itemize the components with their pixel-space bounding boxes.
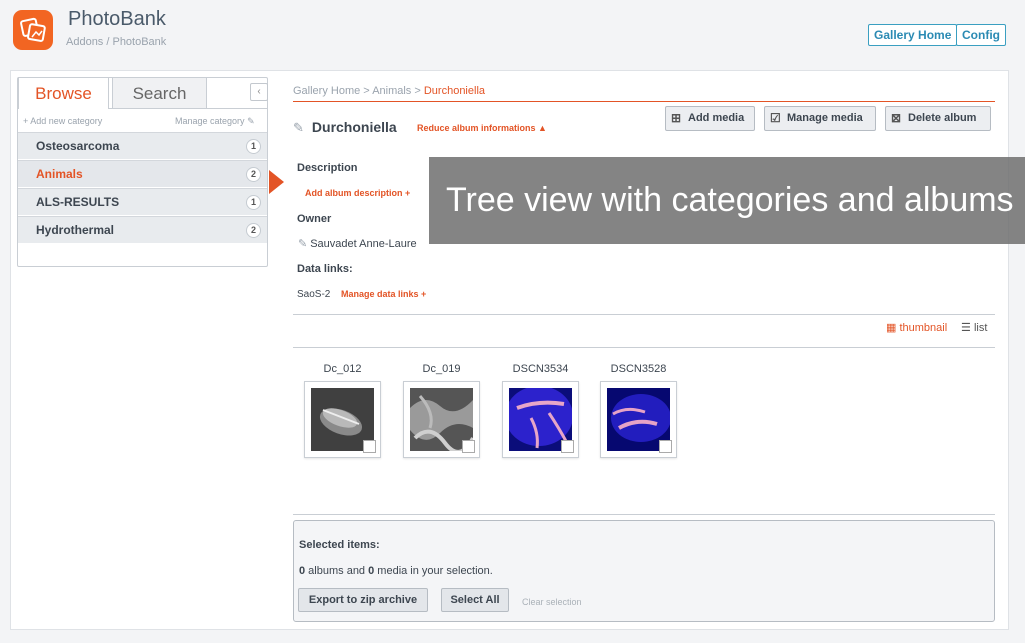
list-icon: ☰: [961, 322, 971, 334]
photobank-logo[interactable]: [13, 10, 53, 50]
media-thumbnail-frame[interactable]: [502, 381, 579, 458]
media-item[interactable]: DSCN3534: [502, 363, 579, 458]
add-media-button[interactable]: ⊞ Add media: [665, 106, 755, 131]
collapse-sidebar-button[interactable]: ‹: [250, 83, 268, 101]
category-item-osteosarcoma[interactable]: Osteosarcoma 1: [18, 132, 267, 159]
owner-value: ✎ Sauvadet Anne-Laure: [298, 238, 417, 250]
media-name: DSCN3534: [512, 363, 569, 375]
delete-album-icon: ⊠: [891, 111, 902, 125]
media-name: Dc_019: [422, 363, 461, 375]
media-thumbnail-frame[interactable]: [600, 381, 677, 458]
select-all-button[interactable]: Select All: [441, 588, 509, 612]
reduce-album-info-link[interactable]: Reduce album informations ▲: [417, 123, 547, 133]
media-select-checkbox[interactable]: [659, 440, 672, 453]
main-card: Browse Search ‹ + Add new category Manag…: [10, 70, 1025, 630]
delete-album-button[interactable]: ⊠ Delete album: [885, 106, 991, 131]
export-zip-button[interactable]: Export to zip archive: [298, 588, 428, 612]
breadcrumb-animals[interactable]: Animals: [372, 85, 411, 97]
list-view-toggle[interactable]: ☰ list: [961, 321, 987, 334]
media-item[interactable]: Dc_012: [304, 363, 381, 458]
app-title: PhotoBank: [68, 8, 166, 30]
category-count-badge: 1: [246, 139, 261, 154]
divider: [293, 514, 995, 515]
category-item-als-results[interactable]: ALS-RESULTS 1: [18, 188, 267, 215]
album-title: ✎ Durchoniella: [293, 119, 397, 135]
category-count-badge: 1: [246, 195, 261, 210]
category-label: Animals: [36, 167, 83, 181]
pencil-icon: ✎: [247, 116, 255, 126]
media-thumbnail-frame[interactable]: [304, 381, 381, 458]
config-button[interactable]: Config: [956, 24, 1006, 46]
photos-icon: [20, 17, 46, 42]
media-item[interactable]: DSCN3528: [600, 363, 677, 458]
active-category-arrow: [269, 170, 284, 194]
manage-media-button[interactable]: ☑ Manage media: [764, 106, 876, 131]
app-header: PhotoBank Addons / PhotoBank Gallery Hom…: [0, 0, 1025, 66]
description-label: Description: [297, 162, 358, 174]
breadcrumb-underline: [293, 101, 995, 102]
clear-selection-link[interactable]: Clear selection: [522, 597, 582, 607]
media-name: DSCN3528: [610, 363, 667, 375]
breadcrumb-gallery-home[interactable]: Gallery Home: [293, 85, 360, 97]
pencil-icon[interactable]: ✎: [298, 238, 307, 250]
media-name: Dc_012: [323, 363, 362, 375]
breadcrumb-current: Durchoniella: [423, 85, 486, 97]
caption-overlay: Tree view with categories and albums: [429, 157, 1025, 244]
divider: [293, 314, 995, 315]
category-item-hydrothermal[interactable]: Hydrothermal 2: [18, 216, 267, 243]
category-item-animals[interactable]: Animals 2: [18, 160, 267, 187]
category-count-badge: 2: [246, 223, 261, 238]
category-label: Osteosarcoma: [36, 139, 120, 153]
category-list: Osteosarcoma 1 Animals 2 ALS-RESULTS 1 H…: [18, 132, 267, 244]
category-label: ALS-RESULTS: [36, 195, 120, 209]
thumbnail-view-toggle[interactable]: ▦ thumbnail: [886, 321, 947, 334]
category-sidebar: Browse Search ‹ + Add new category Manag…: [17, 77, 284, 267]
add-description-link[interactable]: Add album description +: [305, 188, 410, 198]
gallery-home-button[interactable]: Gallery Home: [868, 24, 958, 46]
media-item[interactable]: Dc_019: [403, 363, 480, 458]
tab-search[interactable]: Search: [112, 77, 207, 109]
app-breadcrumb[interactable]: Addons / PhotoBank: [66, 36, 166, 48]
media-select-checkbox[interactable]: [363, 440, 376, 453]
breadcrumb: Gallery Home > Animals > Durchoniella: [293, 85, 486, 97]
divider: [293, 347, 995, 348]
media-select-checkbox[interactable]: [462, 440, 475, 453]
manage-data-links-link[interactable]: Manage data links +: [341, 289, 426, 299]
media-select-checkbox[interactable]: [561, 440, 574, 453]
grid-icon: ▦: [886, 322, 897, 334]
chevron-left-icon: ‹: [257, 86, 261, 97]
category-label: Hydrothermal: [36, 223, 115, 237]
data-links-label: Data links:: [297, 263, 353, 275]
add-media-icon: ⊞: [671, 111, 682, 125]
tab-browse[interactable]: Browse: [18, 77, 109, 109]
selection-summary: 0 albums and 0 media in your selection.: [299, 565, 493, 577]
manage-category-link[interactable]: Manage category ✎: [175, 116, 255, 127]
add-category-link[interactable]: + Add new category: [23, 116, 102, 126]
owner-label: Owner: [297, 213, 332, 225]
manage-media-icon: ☑: [770, 111, 781, 125]
data-link-item[interactable]: SaoS-2: [297, 289, 330, 300]
category-count-badge: 2: [246, 167, 261, 182]
media-thumbnail-frame[interactable]: [403, 381, 480, 458]
edit-pencil-icon[interactable]: ✎: [293, 120, 304, 135]
selection-title: Selected items:: [299, 539, 380, 551]
selection-panel: Selected items: 0 albums and 0 media in …: [293, 520, 995, 622]
